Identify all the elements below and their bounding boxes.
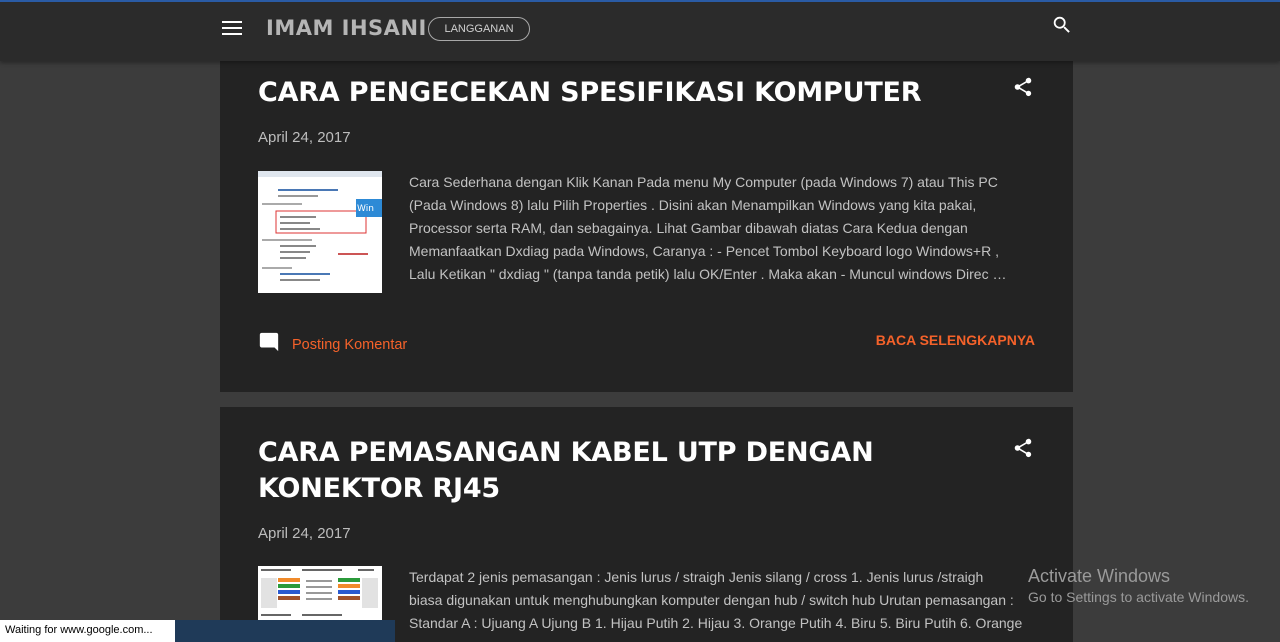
watermark-title: Activate Windows [1028,566,1171,586]
snippet-line: biasa digunakan untuk menghubungkan komp… [409,592,1014,608]
blog-title[interactable]: IMAM IHSANI [266,16,427,40]
post-card: CARA PENGECEKAN SPESIFIKASI KOMPUTER Apr… [220,61,1073,392]
snippet-line: Lalu Ketikan " dxdiag " (tanpa tanda pet… [409,266,1007,282]
snippet-line: (Pada Windows 8) lalu Pilih Properties .… [409,197,977,213]
watermark-subtitle: Go to Settings to activate Windows. [1028,589,1249,605]
snippet-line: Cara Sederhana dengan Klik Kanan Pada me… [409,174,998,190]
post-title[interactable]: CARA PEMASANGAN KABEL UTP DENGAN KONEKTO… [258,435,988,507]
post-title[interactable]: CARA PENGECEKAN SPESIFIKASI KOMPUTER [258,75,988,111]
post-snippet: Cara Sederhana dengan Klik Kanan Pada me… [409,171,1035,289]
share-icon[interactable] [1012,437,1034,459]
browser-status-bar: Waiting for www.google.com... [0,620,395,642]
post-date[interactable]: April 24, 2017 [258,525,351,542]
svg-text:Win: Win [357,204,374,214]
share-icon[interactable] [1012,76,1034,98]
menu-icon[interactable] [222,21,242,37]
search-icon[interactable] [1051,14,1073,36]
comment-label: Posting Komentar [292,336,408,353]
read-more-link[interactable]: BACA SELENGKAPNYA [876,332,1035,348]
post-date[interactable]: April 24, 2017 [258,129,351,146]
post-snippet: Terdapat 2 jenis pemasangan : Jenis luru… [409,566,1035,638]
status-text: Waiting for www.google.com... [0,620,175,642]
post-thumbnail[interactable]: Win [258,171,382,293]
browser-top-border [0,0,1280,2]
post-card: CARA PEMASANGAN KABEL UTP DENGAN KONEKTO… [220,407,1073,642]
snippet-line: Processor serta RAM, dan sebagainya. Lih… [409,220,968,236]
snippet-line: Standar A : Ujuang A Ujung B 1. Hijau Pu… [409,615,1023,631]
subscribe-button[interactable]: LANGGANAN [428,17,530,41]
activate-windows-watermark: Activate Windows Go to Settings to activ… [1028,565,1249,607]
comment-icon [258,331,280,358]
snippet-line: Memanfaatkan Dxdiag pada Windows, Carany… [409,243,999,259]
snippet-line: Terdapat 2 jenis pemasangan : Jenis luru… [409,569,984,585]
post-thumbnail[interactable] [258,566,382,626]
comment-link[interactable]: Posting Komentar [258,331,407,358]
blog-header: IMAM IHSANI LANGGANAN [0,0,1280,61]
